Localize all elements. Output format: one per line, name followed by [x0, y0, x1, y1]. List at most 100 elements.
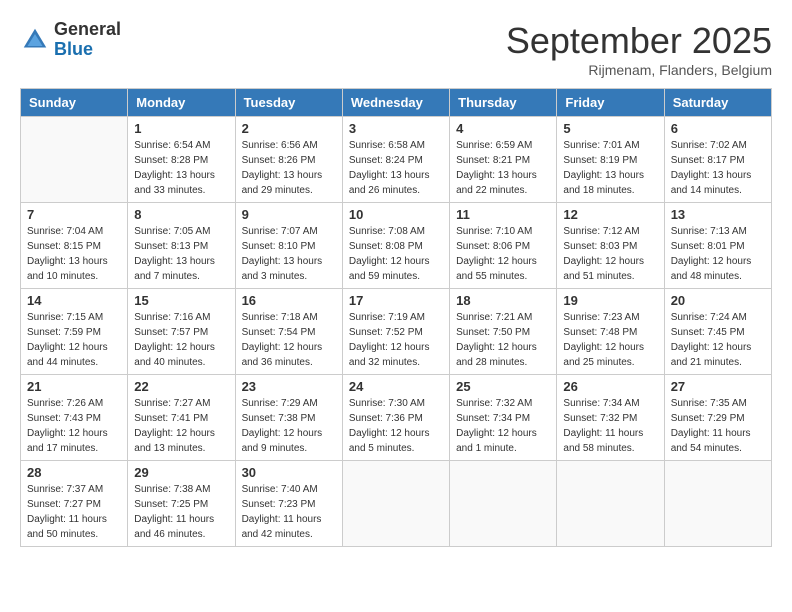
day-info: Sunrise: 7:21 AM Sunset: 7:50 PM Dayligh… [456, 310, 550, 370]
calendar-cell [557, 461, 664, 547]
day-info: Sunrise: 6:58 AM Sunset: 8:24 PM Dayligh… [349, 138, 443, 198]
day-info: Sunrise: 7:34 AM Sunset: 7:32 PM Dayligh… [563, 396, 657, 456]
calendar-cell: 29 Sunrise: 7:38 AM Sunset: 7:25 PM Dayli… [128, 461, 235, 547]
weekday-header-monday: Monday [128, 89, 235, 117]
calendar-cell: 30 Sunrise: 7:40 AM Sunset: 7:23 PM Dayli… [235, 461, 342, 547]
weekday-header-row: SundayMondayTuesdayWednesdayThursdayFrid… [21, 89, 772, 117]
calendar-cell: 1Sunrise: 6:54 AM Sunset: 8:28 PM Daylig… [128, 117, 235, 203]
logo-icon [20, 25, 50, 55]
page-header: General Blue September 2025 Rijmenam, Fl… [20, 20, 772, 78]
calendar-cell: 19Sunrise: 7:23 AM Sunset: 7:48 PM Dayli… [557, 289, 664, 375]
day-number: 18 [456, 293, 550, 308]
day-info: Sunrise: 7:29 AM Sunset: 7:38 PM Dayligh… [242, 396, 336, 456]
day-info: Sunrise: 7:02 AM Sunset: 8:17 PM Dayligh… [671, 138, 765, 198]
calendar-cell: 24Sunrise: 7:30 AM Sunset: 7:36 PM Dayli… [342, 375, 449, 461]
calendar-cell: 2 Sunrise: 6:56 AM Sunset: 8:26 PM Daylig… [235, 117, 342, 203]
day-info: Sunrise: 7:07 AM Sunset: 8:10 PM Dayligh… [242, 224, 336, 284]
calendar-cell: 21 Sunrise: 7:26 AM Sunset: 7:43 PM Dayli… [21, 375, 128, 461]
day-number: 27 [671, 379, 765, 394]
day-info: Sunrise: 7:35 AM Sunset: 7:29 PM Dayligh… [671, 396, 765, 456]
day-info: Sunrise: 7:37 AM Sunset: 7:27 PM Dayligh… [27, 482, 121, 542]
day-number: 8 [134, 207, 228, 222]
day-number: 29 [134, 465, 228, 480]
day-number: 20 [671, 293, 765, 308]
day-number: 12 [563, 207, 657, 222]
day-info: Sunrise: 6:59 AM Sunset: 8:21 PM Dayligh… [456, 138, 550, 198]
month-title: September 2025 [506, 20, 772, 62]
day-number: 10 [349, 207, 443, 222]
day-number: 3 [349, 121, 443, 136]
day-info: Sunrise: 7:10 AM Sunset: 8:06 PM Dayligh… [456, 224, 550, 284]
day-info: Sunrise: 7:13 AM Sunset: 8:01 PM Dayligh… [671, 224, 765, 284]
logo: General Blue [20, 20, 121, 60]
calendar-cell: 14Sunrise: 7:15 AM Sunset: 7:59 PM Dayli… [21, 289, 128, 375]
day-number: 14 [27, 293, 121, 308]
day-info: Sunrise: 7:08 AM Sunset: 8:08 PM Dayligh… [349, 224, 443, 284]
calendar-cell [664, 461, 771, 547]
day-info: Sunrise: 7:27 AM Sunset: 7:41 PM Dayligh… [134, 396, 228, 456]
calendar: SundayMondayTuesdayWednesdayThursdayFrid… [20, 88, 772, 547]
calendar-cell: 20 Sunrise: 7:24 AM Sunset: 7:45 PM Dayli… [664, 289, 771, 375]
day-info: Sunrise: 7:38 AM Sunset: 7:25 PM Dayligh… [134, 482, 228, 542]
calendar-cell: 23Sunrise: 7:29 AM Sunset: 7:38 PM Dayli… [235, 375, 342, 461]
day-number: 9 [242, 207, 336, 222]
day-number: 13 [671, 207, 765, 222]
day-info: Sunrise: 7:23 AM Sunset: 7:48 PM Dayligh… [563, 310, 657, 370]
calendar-cell: 18 Sunrise: 7:21 AM Sunset: 7:50 PM Dayli… [450, 289, 557, 375]
day-number: 21 [27, 379, 121, 394]
weekday-header-friday: Friday [557, 89, 664, 117]
weekday-header-tuesday: Tuesday [235, 89, 342, 117]
calendar-cell [342, 461, 449, 547]
day-number: 6 [671, 121, 765, 136]
calendar-cell: 6 Sunrise: 7:02 AM Sunset: 8:17 PM Daylig… [664, 117, 771, 203]
day-number: 1 [134, 121, 228, 136]
calendar-cell: 13 Sunrise: 7:13 AM Sunset: 8:01 PM Dayli… [664, 203, 771, 289]
title-block: September 2025 Rijmenam, Flanders, Belgi… [506, 20, 772, 78]
day-number: 30 [242, 465, 336, 480]
day-number: 24 [349, 379, 443, 394]
day-number: 26 [563, 379, 657, 394]
day-info: Sunrise: 7:01 AM Sunset: 8:19 PM Dayligh… [563, 138, 657, 198]
calendar-cell: 9 Sunrise: 7:07 AM Sunset: 8:10 PM Daylig… [235, 203, 342, 289]
day-number: 2 [242, 121, 336, 136]
logo-blue: Blue [54, 40, 121, 60]
day-number: 16 [242, 293, 336, 308]
calendar-cell: 15 Sunrise: 7:16 AM Sunset: 7:57 PM Dayli… [128, 289, 235, 375]
calendar-cell: 8Sunrise: 7:05 AM Sunset: 8:13 PM Daylig… [128, 203, 235, 289]
day-info: Sunrise: 7:40 AM Sunset: 7:23 PM Dayligh… [242, 482, 336, 542]
calendar-cell [450, 461, 557, 547]
day-info: Sunrise: 7:04 AM Sunset: 8:15 PM Dayligh… [27, 224, 121, 284]
logo-general: General [54, 20, 121, 40]
day-number: 7 [27, 207, 121, 222]
day-info: Sunrise: 7:16 AM Sunset: 7:57 PM Dayligh… [134, 310, 228, 370]
day-info: Sunrise: 7:24 AM Sunset: 7:45 PM Dayligh… [671, 310, 765, 370]
calendar-cell: 16 Sunrise: 7:18 AM Sunset: 7:54 PM Dayli… [235, 289, 342, 375]
day-info: Sunrise: 7:12 AM Sunset: 8:03 PM Dayligh… [563, 224, 657, 284]
day-info: Sunrise: 7:26 AM Sunset: 7:43 PM Dayligh… [27, 396, 121, 456]
calendar-cell: 22Sunrise: 7:27 AM Sunset: 7:41 PM Dayli… [128, 375, 235, 461]
calendar-cell: 25 Sunrise: 7:32 AM Sunset: 7:34 PM Dayli… [450, 375, 557, 461]
day-info: Sunrise: 6:56 AM Sunset: 8:26 PM Dayligh… [242, 138, 336, 198]
calendar-cell: 11 Sunrise: 7:10 AM Sunset: 8:06 PM Dayli… [450, 203, 557, 289]
calendar-week-2: 7 Sunrise: 7:04 AM Sunset: 8:15 PM Daylig… [21, 203, 772, 289]
day-number: 25 [456, 379, 550, 394]
day-info: Sunrise: 7:19 AM Sunset: 7:52 PM Dayligh… [349, 310, 443, 370]
day-number: 17 [349, 293, 443, 308]
calendar-cell: 5 Sunrise: 7:01 AM Sunset: 8:19 PM Daylig… [557, 117, 664, 203]
calendar-week-3: 14Sunrise: 7:15 AM Sunset: 7:59 PM Dayli… [21, 289, 772, 375]
calendar-cell: 4 Sunrise: 6:59 AM Sunset: 8:21 PM Daylig… [450, 117, 557, 203]
calendar-week-4: 21 Sunrise: 7:26 AM Sunset: 7:43 PM Dayli… [21, 375, 772, 461]
subtitle: Rijmenam, Flanders, Belgium [506, 62, 772, 78]
calendar-cell: 12 Sunrise: 7:12 AM Sunset: 8:03 PM Dayli… [557, 203, 664, 289]
calendar-cell: 17 Sunrise: 7:19 AM Sunset: 7:52 PM Dayli… [342, 289, 449, 375]
day-number: 5 [563, 121, 657, 136]
calendar-cell [21, 117, 128, 203]
day-number: 15 [134, 293, 228, 308]
calendar-cell: 7 Sunrise: 7:04 AM Sunset: 8:15 PM Daylig… [21, 203, 128, 289]
day-number: 11 [456, 207, 550, 222]
calendar-cell: 3 Sunrise: 6:58 AM Sunset: 8:24 PM Daylig… [342, 117, 449, 203]
day-info: Sunrise: 7:32 AM Sunset: 7:34 PM Dayligh… [456, 396, 550, 456]
day-info: Sunrise: 7:18 AM Sunset: 7:54 PM Dayligh… [242, 310, 336, 370]
calendar-cell: 10 Sunrise: 7:08 AM Sunset: 8:08 PM Dayli… [342, 203, 449, 289]
day-number: 4 [456, 121, 550, 136]
